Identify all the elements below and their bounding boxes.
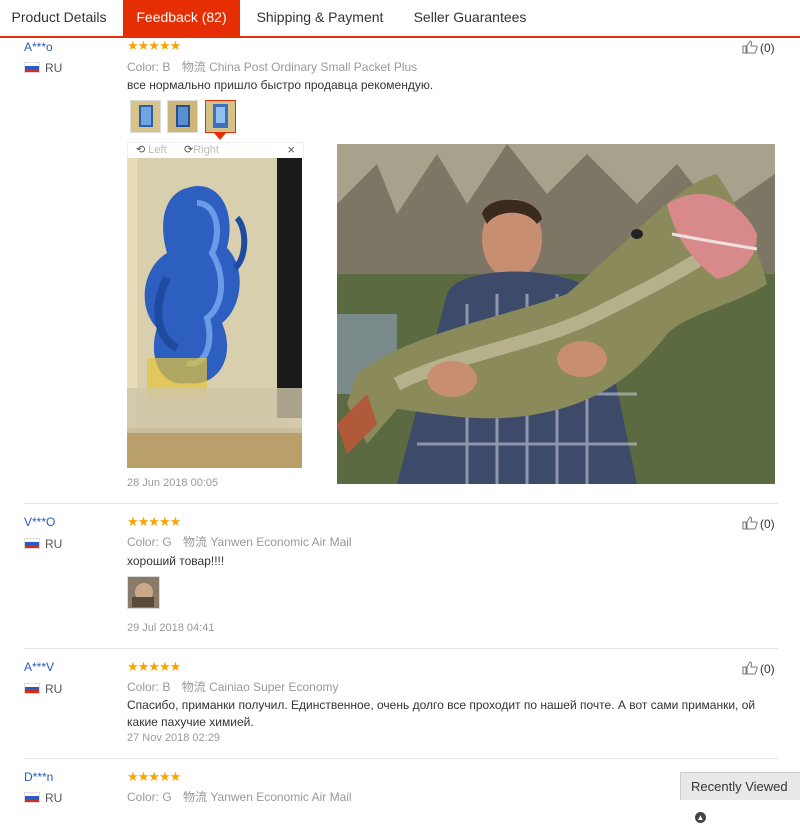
- review-photo-thumb[interactable]: [167, 100, 198, 133]
- review-photo-thumb[interactable]: [130, 100, 161, 133]
- review-date: 28 Jun 2018 00:05: [127, 477, 219, 489]
- reviewer-country: RU: [24, 791, 62, 805]
- helpful-button[interactable]: (0): [742, 661, 775, 676]
- reviewer-country: RU: [24, 537, 62, 551]
- rotate-left-icon: ⟲: [136, 144, 146, 156]
- review-meta: Color: B 物流 Cainiao Super Economy: [127, 680, 339, 694]
- review-text: Спасибо, приманки получил. Единственное,…: [127, 698, 756, 729]
- reviewer-name[interactable]: D***n: [24, 770, 53, 784]
- rotate-left-button[interactable]: ⟲ Left: [136, 143, 167, 156]
- review-divider: [24, 503, 778, 504]
- russia-flag-icon: [24, 683, 40, 694]
- photo-thumbnail-icon: [206, 101, 235, 132]
- tab-product-details[interactable]: Product Details: [0, 0, 118, 34]
- russia-flag-icon: [24, 792, 40, 803]
- review-photo-thumb[interactable]: [127, 576, 160, 609]
- review-divider: [24, 758, 778, 759]
- reviewer-name[interactable]: V***O: [24, 515, 55, 529]
- reviewer-name[interactable]: A***o: [24, 40, 53, 54]
- photo-thumbnail-icon: [131, 101, 160, 132]
- review-date: 27 Nov 2018 02:29: [127, 732, 220, 744]
- star-rating: ★★★★★: [127, 514, 181, 529]
- rotate-right-icon: ⟳: [184, 144, 194, 156]
- helpful-button[interactable]: (0): [742, 40, 775, 55]
- review-meta: Color: G 物流 Yanwen Economic Air Mail: [127, 535, 352, 549]
- rotate-right-button[interactable]: ⟳Right: [184, 143, 219, 156]
- lure-package-image: [127, 158, 302, 468]
- fisherman-pike-image: [337, 144, 775, 484]
- review-meta: Color: G 物流 Yanwen Economic Air Mail: [127, 790, 352, 804]
- recently-viewed-button[interactable]: Recently Viewed▲: [680, 772, 800, 823]
- star-rating: ★★★★★: [127, 769, 181, 784]
- helpful-button[interactable]: (0): [742, 516, 775, 531]
- review-date: 29 Jul 2018 04:41: [127, 622, 215, 634]
- review-photo-thumb-selected[interactable]: [205, 100, 236, 133]
- chevron-up-icon: ▲: [695, 812, 706, 823]
- star-rating: ★★★★★: [127, 38, 181, 53]
- review-text: все нормально пришло быстро продавца рек…: [127, 78, 434, 92]
- thumbs-up-icon: [742, 661, 758, 675]
- review-divider: [24, 648, 778, 649]
- thumbs-up-icon: [742, 516, 758, 530]
- close-icon[interactable]: ×: [287, 142, 295, 157]
- tab-shipping-payment[interactable]: Shipping & Payment: [245, 0, 395, 34]
- tab-bar: Product Details Feedback (82) Shipping &…: [0, 0, 800, 38]
- russia-flag-icon: [24, 62, 40, 73]
- tab-seller-guarantees[interactable]: Seller Guarantees: [400, 0, 540, 34]
- russia-flag-icon: [24, 538, 40, 549]
- thumbs-up-icon: [742, 40, 758, 54]
- reviewer-name[interactable]: A***V: [24, 660, 54, 674]
- review-meta: Color: B 物流 China Post Ordinary Small Pa…: [127, 60, 418, 74]
- photo-thumbnail-icon: [128, 577, 159, 608]
- review-photo-fish: [337, 144, 775, 484]
- tab-feedback[interactable]: Feedback (82): [123, 0, 240, 36]
- star-rating: ★★★★★: [127, 659, 181, 674]
- review-photo-large: [127, 158, 302, 468]
- reviewer-country: RU: [24, 61, 62, 75]
- selected-pointer-icon: [214, 133, 226, 140]
- photo-thumbnail-icon: [168, 101, 197, 132]
- reviewer-country: RU: [24, 682, 62, 696]
- review-text: хороший товар!!!!: [127, 554, 225, 568]
